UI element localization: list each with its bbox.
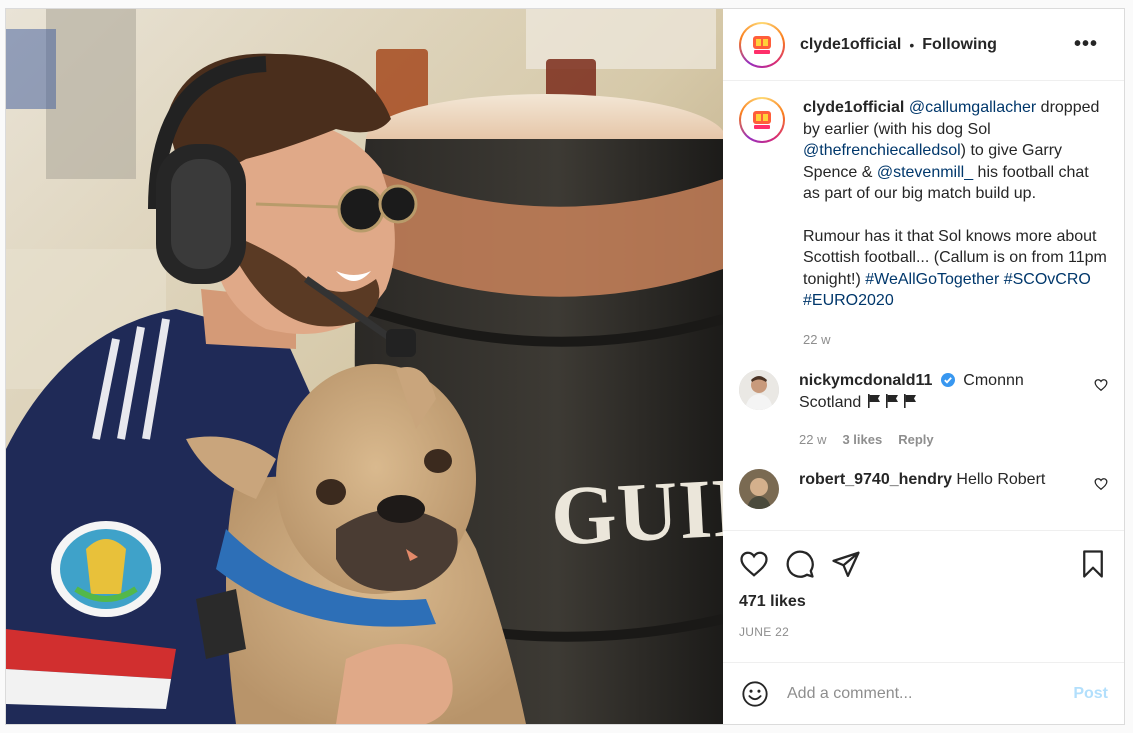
more-options-icon[interactable]: ••• [1074,33,1108,56]
caption-mention-link[interactable]: @stevenmill_ [877,164,973,181]
comment-username[interactable]: robert_9740_hendry [799,471,952,488]
black-flag-icon [903,393,916,408]
like-comment-heart-icon[interactable] [1094,378,1108,392]
post-date[interactable]: JUNE 22 [739,625,1108,639]
caption: clyde1official @callumgallacher dropped … [739,97,1108,350]
comments-list[interactable]: clyde1official @callumgallacher dropped … [723,81,1124,530]
photo-illustration [6,9,723,724]
post-photo[interactable]: GUIN [6,9,723,724]
post-side-panel: clyde1official • Following ••• clyde1off… [723,9,1124,724]
commenter-avatar[interactable] [739,468,779,509]
profile-avatar[interactable] [739,21,785,68]
header-username[interactable]: clyde1official [800,36,901,54]
comment-likes[interactable]: 3 likes [842,429,882,451]
comment-input[interactable] [787,684,1074,703]
commenter-avatar[interactable] [739,370,779,410]
caption-time[interactable]: 22 w [803,329,830,351]
hashtag-link[interactable]: #WeAllGoTogether [865,271,999,288]
caption-avatar[interactable] [739,97,785,143]
hashtag-link[interactable]: #EURO2020 [803,292,894,309]
comment-bubble-icon[interactable] [785,549,815,579]
caption-username[interactable]: clyde1official [803,99,904,116]
following-button[interactable]: Following [922,36,997,54]
clyde1-logo-icon [747,105,777,135]
clyde1-logo-icon [747,29,777,60]
comment-time[interactable]: 22 w [799,429,826,451]
header-separator: • [909,36,915,53]
flags [866,393,920,411]
post-actions: 471 likes JUNE 22 [723,530,1124,662]
add-comment-bar: Post [723,662,1124,724]
post-comment-button[interactable]: Post [1073,685,1108,703]
likes-count[interactable]: 471 likes [739,593,1108,611]
comment-text: Hello Robert [956,470,1046,488]
post-header: clyde1official • Following ••• [723,9,1124,81]
caption-mention-link[interactable]: @thefrenchiecalledsol [803,142,961,159]
like-heart-icon[interactable] [739,549,769,579]
emoji-smiley-icon[interactable] [741,680,769,708]
comment-item: robert_9740_hendry Hello Robert [739,468,1108,509]
comment-username[interactable]: nickymcdonald11 [799,372,932,389]
share-paper-plane-icon[interactable] [831,549,861,579]
comment-item: nickymcdonald11 Cmonnn Scotland 22 w 3 l… [739,370,1108,451]
hashtag-link[interactable]: #SCOvCRO [1004,271,1091,288]
black-flag-icon [885,393,898,408]
reply-button[interactable]: Reply [898,429,933,451]
post-dialog: GUIN clyde1official • Following ••• clyd… [5,8,1125,725]
black-flag-icon [867,393,880,408]
caption-mention-link[interactable]: @callumgallacher [909,99,1036,116]
like-comment-heart-icon[interactable] [1094,477,1108,491]
barrel-lettering: GUIN [548,459,723,564]
save-bookmark-icon[interactable] [1078,549,1108,579]
verified-badge-icon [940,373,955,387]
